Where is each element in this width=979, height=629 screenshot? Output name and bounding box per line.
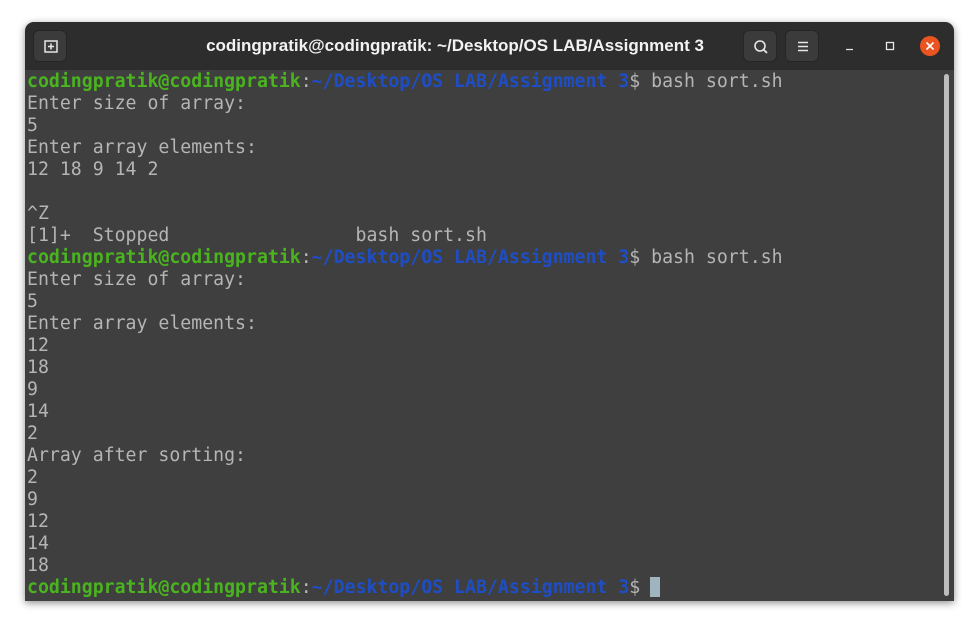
prompt-colon: :	[300, 247, 312, 268]
output-line: 9	[27, 489, 38, 510]
minimize-icon	[846, 48, 853, 51]
output-line: Array after sorting:	[27, 445, 246, 466]
prompt-path: ~/Desktop/OS LAB/Assignment 3	[311, 71, 630, 92]
output-line: 18	[27, 357, 49, 378]
prompt-dollar: $	[629, 247, 641, 268]
output-line: 5	[27, 291, 38, 312]
output-line: 14	[27, 533, 49, 554]
minimize-button[interactable]	[840, 36, 860, 56]
output-line: 12	[27, 335, 49, 356]
command-text: bash sort.sh	[640, 247, 783, 268]
search-button[interactable]	[743, 30, 777, 62]
title-bar[interactable]: codingpratik@codingpratik: ~/Desktop/OS …	[25, 22, 954, 70]
prompt-path: ~/Desktop/OS LAB/Assignment 3	[311, 577, 630, 598]
output-line: 2	[27, 423, 38, 444]
maximize-button[interactable]	[880, 36, 900, 56]
output-line: 18	[27, 555, 49, 576]
hamburger-menu-icon	[798, 41, 808, 52]
window-title: codingpratik@codingpratik: ~/Desktop/OS …	[206, 36, 704, 55]
output-line: ^Z	[27, 203, 49, 224]
prompt-colon: :	[300, 577, 312, 598]
output-line: Enter size of array:	[27, 269, 246, 290]
output-line: 2	[27, 467, 38, 488]
output-line: 12 18 9 14 2	[27, 159, 159, 180]
output-line: Enter array elements:	[27, 137, 257, 158]
search-icon	[754, 40, 768, 54]
menu-button[interactable]	[785, 30, 819, 62]
prompt-user-host: codingpratik@codingpratik	[27, 577, 301, 598]
new-tab-icon	[44, 40, 58, 53]
prompt-path: ~/Desktop/OS LAB/Assignment 3	[311, 247, 630, 268]
terminal-output[interactable]: codingpratik@codingpratik:~/Desktop/OS L…	[25, 70, 941, 601]
prompt-line: codingpratik@codingpratik:~/Desktop/OS L…	[27, 71, 941, 93]
text-cursor	[650, 577, 661, 597]
close-button[interactable]	[920, 36, 940, 56]
scrollbar[interactable]	[944, 74, 949, 596]
terminal-window: codingpratik@codingpratik: ~/Desktop/OS …	[25, 22, 954, 601]
close-icon	[920, 36, 940, 56]
output-line: 9	[27, 379, 38, 400]
maximize-icon	[885, 41, 895, 51]
command-text: bash sort.sh	[640, 71, 783, 92]
output-line: Enter array elements:	[27, 313, 257, 334]
prompt-line: codingpratik@codingpratik:~/Desktop/OS L…	[27, 577, 941, 599]
output-line: Enter size of array:	[27, 93, 246, 114]
output-line: [1]+ Stopped bash sort.sh	[27, 225, 487, 246]
output-line: 12	[27, 511, 49, 532]
prompt-line: codingpratik@codingpratik:~/Desktop/OS L…	[27, 247, 941, 269]
prompt-dollar: $	[629, 577, 641, 598]
prompt-user-host: codingpratik@codingpratik	[27, 71, 301, 92]
prompt-dollar: $	[629, 71, 641, 92]
prompt-user-host: codingpratik@codingpratik	[27, 247, 301, 268]
new-tab-button[interactable]	[33, 30, 67, 62]
output-line: 14	[27, 401, 49, 422]
output-line: 5	[27, 115, 38, 136]
prompt-colon: :	[300, 71, 312, 92]
